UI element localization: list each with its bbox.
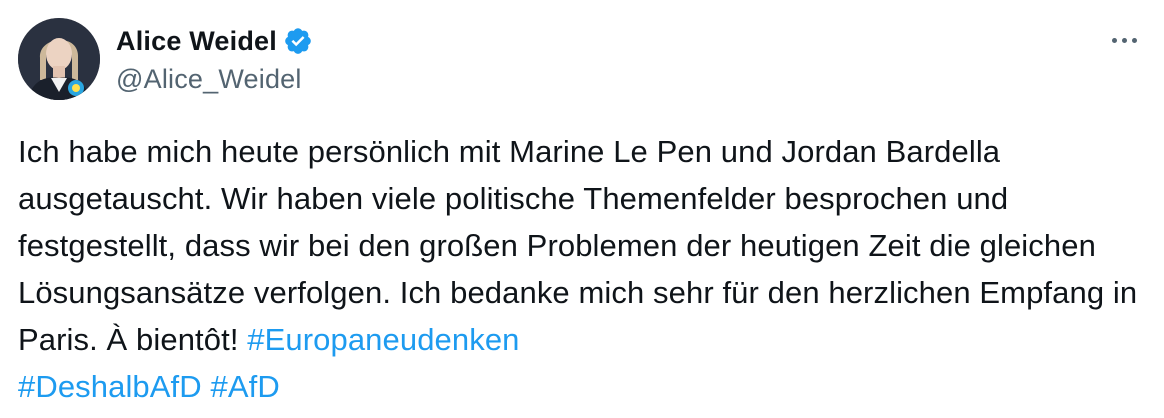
more-options-icon[interactable] <box>1104 28 1144 52</box>
tweet-text: Ich habe mich heute persönlich mit Marin… <box>18 128 1148 410</box>
tweet-header: Alice Weidel @Alice_Weidel <box>18 18 313 102</box>
verified-badge-icon[interactable] <box>283 26 313 56</box>
name-row: Alice Weidel <box>116 24 313 58</box>
author-names: Alice Weidel @Alice_Weidel <box>116 18 313 95</box>
tweet-body: Ich habe mich heute persönlich mit Marin… <box>18 134 1138 357</box>
hashtag-link[interactable]: #AfD <box>210 369 279 404</box>
display-name[interactable]: Alice Weidel <box>116 26 277 57</box>
dot <box>1121 37 1127 43</box>
dot <box>1111 37 1117 43</box>
hashtag-link[interactable]: #DeshalbAfD <box>18 369 202 404</box>
avatar[interactable] <box>18 18 100 100</box>
author-handle[interactable]: @Alice_Weidel <box>116 64 313 95</box>
dot <box>1131 37 1137 43</box>
hashtag-link[interactable]: #Europaneudenken <box>247 322 519 357</box>
tweet-card: Alice Weidel @Alice_Weidel Ich habe mich… <box>0 0 1164 418</box>
